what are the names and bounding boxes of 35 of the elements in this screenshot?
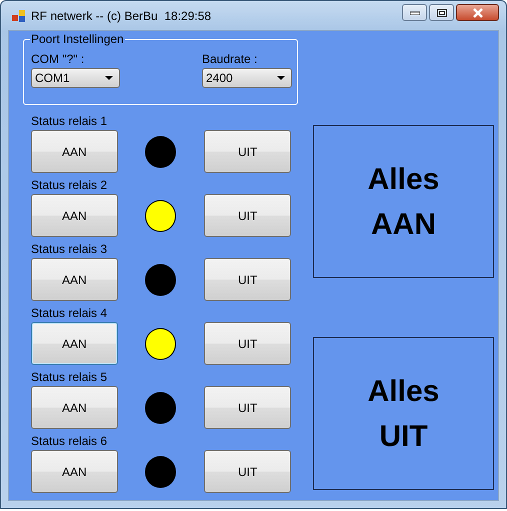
relay-status-label: Status relais 3 (31, 242, 108, 257)
com-port-dropdown[interactable]: COM1 (31, 68, 120, 88)
group-title: Poort Instellingen (30, 32, 125, 46)
maximize-icon (436, 8, 446, 16)
baudrate-label: Baudrate : (202, 52, 258, 66)
relay-status-label: Status relais 1 (31, 114, 108, 129)
on-button[interactable]: AAN (31, 386, 118, 429)
on-button[interactable]: AAN (31, 194, 118, 237)
maximize-button[interactable] (429, 4, 454, 21)
off-button[interactable]: UIT (204, 130, 291, 173)
minimize-button[interactable] (402, 4, 427, 21)
baudrate-dropdown[interactable]: 2400 (202, 68, 292, 88)
minimize-icon (410, 10, 420, 14)
off-button[interactable]: UIT (204, 258, 291, 301)
relay-status-label: Status relais 2 (31, 178, 108, 193)
com-port-label: COM "?" : (31, 52, 84, 66)
relay-status-label: Status relais 4 (31, 306, 108, 321)
off-button[interactable]: UIT (204, 450, 291, 493)
all-on-button[interactable]: Alles AAN (313, 125, 494, 278)
off-button[interactable]: UIT (204, 322, 291, 365)
on-button[interactable]: AAN (31, 258, 118, 301)
relay-status-label: Status relais 6 (31, 434, 108, 449)
on-button[interactable]: AAN (31, 450, 118, 493)
off-button[interactable]: UIT (204, 386, 291, 429)
caret-icon (277, 76, 285, 80)
relay-status-label: Status relais 5 (31, 370, 108, 385)
off-button[interactable]: UIT (204, 194, 291, 237)
window-title: RF netwerk -- (c) BerBu 18:29:58 (31, 8, 212, 22)
on-button[interactable]: AAN (31, 322, 118, 365)
on-button[interactable]: AAN (31, 130, 118, 173)
caret-icon (105, 76, 113, 80)
close-icon (472, 8, 484, 18)
close-button[interactable] (456, 4, 499, 21)
app-icon (12, 8, 26, 22)
all-off-button[interactable]: Alles UIT (313, 337, 494, 490)
